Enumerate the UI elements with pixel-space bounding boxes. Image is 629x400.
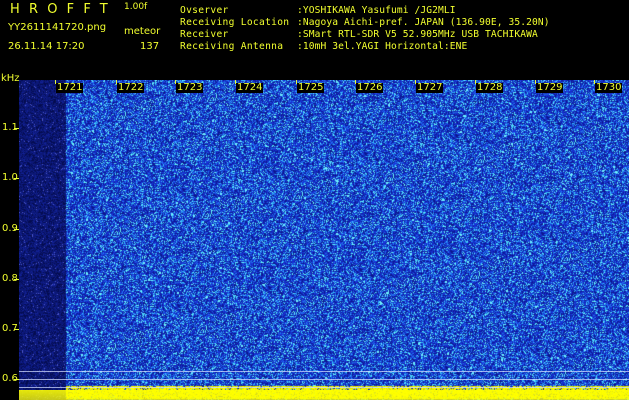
y-tick-label-2: 1.0 [2,172,18,183]
x-tick-label-2: 1722 [117,82,145,93]
location-label: Receiving Location [180,17,290,28]
y-tick-label-3: 0.9 [2,223,18,234]
x-tick-label-8: 1728 [476,82,504,93]
observer-value: :YOSHIKAWA Yasufumi /JG2MLI [297,5,456,16]
timestamp-label: 26.11.14 17:20 [8,41,85,52]
reference-line-lower [19,387,629,388]
hrofft-screen: HROFFT 1.00f YY2611141720.png meteor 26.… [0,0,629,400]
location-value: :Nagoya Aichi-pref. JAPAN (136.90E, 35.2… [297,17,550,28]
version-label: 1.00f [124,2,148,12]
x-tick-label-10: 1730 [595,82,623,93]
app-name: HROFFT [10,2,117,17]
reference-line-upper [19,371,629,372]
receiver-value: :SMart RTL-SDR V5 52.905MHz USB TACHIKAW… [297,29,538,40]
spectrogram [19,80,629,400]
x-tick-label-3: 1723 [176,82,204,93]
y-tick-label-5: 0.7 [2,323,18,334]
spectrogram-footer-band [19,390,629,400]
x-tick-label-7: 1727 [416,82,444,93]
antenna-value: :10mH 3el.YAGI Horizontal:ENE [297,41,468,52]
observer-label: Ovserver [180,5,229,16]
y-tick-label-1: 1.1 [2,122,18,133]
receiver-label: Receiver [180,29,229,40]
y-axis-unit: kHz [1,73,20,84]
x-tick-label-9: 1729 [536,82,564,93]
x-tick-label-4: 1724 [236,82,264,93]
y-tick-label-6: 0.6 [2,373,18,384]
x-tick-label-5: 1725 [297,82,325,93]
antenna-label: Receiving Antenna [180,41,284,52]
file-name: YY2611141720.png [8,22,107,33]
x-tick-label-1: 1721 [56,82,84,93]
reference-line-middle [19,379,629,380]
meteor-count: 137 [140,41,160,52]
y-tick-label-4: 0.8 [2,273,18,284]
x-tick-label-6: 1726 [356,82,384,93]
spectrogram-canvas [19,80,629,400]
mode-label: meteor [124,26,161,37]
